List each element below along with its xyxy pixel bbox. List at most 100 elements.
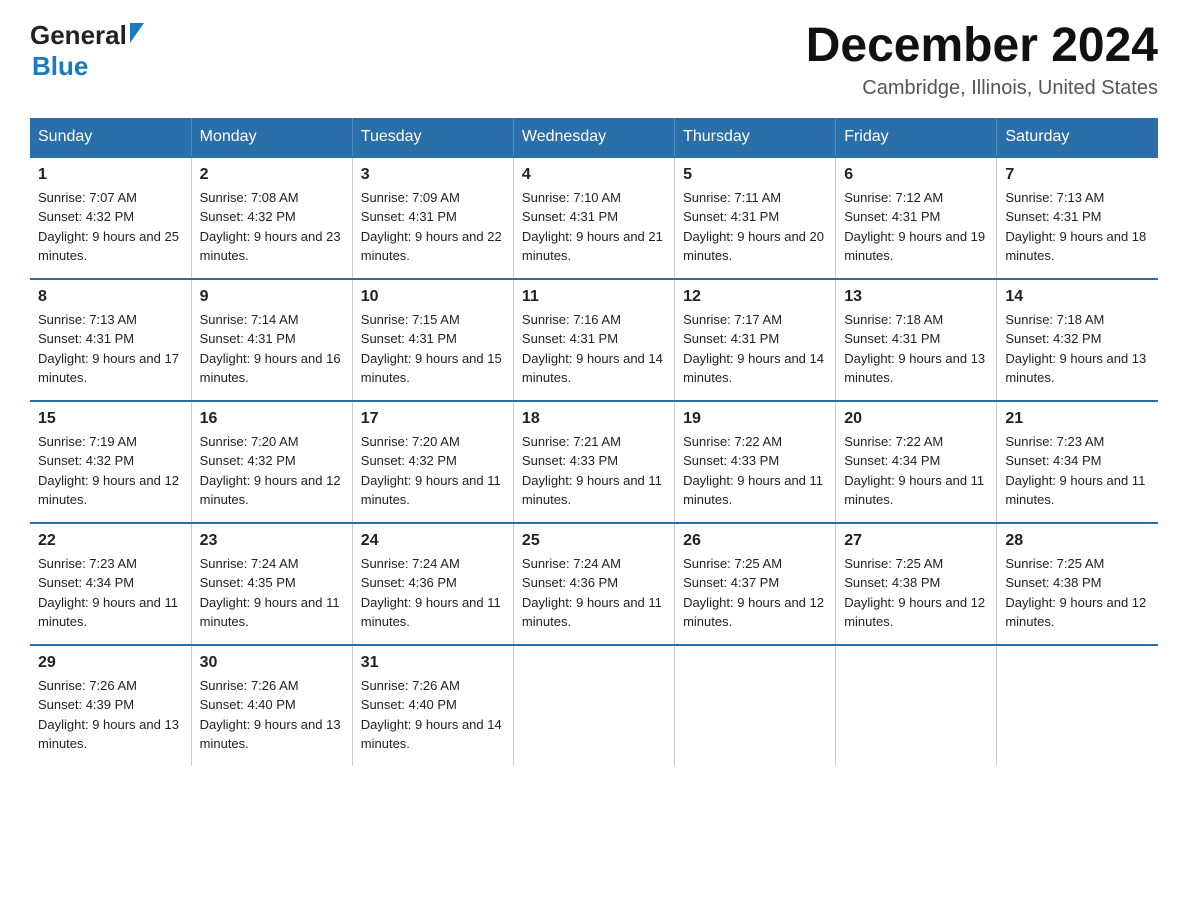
day-number: 25 [522,532,666,550]
calendar-cell: 23 Sunrise: 7:24 AMSunset: 4:35 PMDayligh… [191,523,352,645]
weekday-header-friday: Friday [836,118,997,157]
week-row-4: 22Sunrise: 7:23 AMSunset: 4:34 PMDayligh… [30,523,1158,645]
week-row-2: 8 Sunrise: 7:13 AMSunset: 4:31 PMDaylight… [30,279,1158,401]
logo-blue-text: Blue [32,51,88,81]
day-info: Sunrise: 7:13 AMSunset: 4:31 PMDaylight:… [38,310,183,388]
day-info: Sunrise: 7:24 AMSunset: 4:36 PMDaylight:… [361,554,505,632]
day-info: Sunrise: 7:26 AMSunset: 4:39 PMDaylight:… [38,676,183,754]
weekday-header-saturday: Saturday [997,118,1158,157]
calendar-cell: 2 Sunrise: 7:08 AMSunset: 4:32 PMDaylight… [191,157,352,279]
calendar-cell [997,645,1158,766]
day-info: Sunrise: 7:18 AMSunset: 4:31 PMDaylight:… [844,310,988,388]
day-info: Sunrise: 7:23 AMSunset: 4:34 PMDaylight:… [1005,432,1150,510]
day-info: Sunrise: 7:07 AMSunset: 4:32 PMDaylight:… [38,188,183,266]
calendar-cell: 6 Sunrise: 7:12 AMSunset: 4:31 PMDaylight… [836,157,997,279]
calendar-cell: 8 Sunrise: 7:13 AMSunset: 4:31 PMDaylight… [30,279,191,401]
calendar-cell: 4Sunrise: 7:10 AMSunset: 4:31 PMDaylight… [513,157,674,279]
day-info: Sunrise: 7:08 AMSunset: 4:32 PMDaylight:… [200,188,344,266]
day-info: Sunrise: 7:10 AMSunset: 4:31 PMDaylight:… [522,188,666,266]
weekday-header-wednesday: Wednesday [513,118,674,157]
day-info: Sunrise: 7:25 AMSunset: 4:37 PMDaylight:… [683,554,827,632]
weekday-header-sunday: Sunday [30,118,191,157]
day-info: Sunrise: 7:20 AMSunset: 4:32 PMDaylight:… [200,432,344,510]
day-info: Sunrise: 7:24 AMSunset: 4:35 PMDaylight:… [200,554,344,632]
calendar-cell [836,645,997,766]
day-info: Sunrise: 7:12 AMSunset: 4:31 PMDaylight:… [844,188,988,266]
header: General Blue December 2024 Cambridge, Il… [30,20,1158,100]
day-info: Sunrise: 7:17 AMSunset: 4:31 PMDaylight:… [683,310,827,388]
day-number: 18 [522,410,666,428]
day-number: 17 [361,410,505,428]
week-row-1: 1 Sunrise: 7:07 AMSunset: 4:32 PMDaylight… [30,157,1158,279]
weekday-header-thursday: Thursday [675,118,836,157]
location-subtitle: Cambridge, Illinois, United States [806,77,1158,100]
day-info: Sunrise: 7:22 AMSunset: 4:33 PMDaylight:… [683,432,827,510]
day-info: Sunrise: 7:25 AMSunset: 4:38 PMDaylight:… [844,554,988,632]
day-number: 31 [361,654,505,672]
calendar-table: SundayMondayTuesdayWednesdayThursdayFrid… [30,118,1158,766]
calendar-cell: 30Sunrise: 7:26 AMSunset: 4:40 PMDayligh… [191,645,352,766]
day-number: 14 [1005,288,1150,306]
day-info: Sunrise: 7:16 AMSunset: 4:31 PMDaylight:… [522,310,666,388]
day-info: Sunrise: 7:19 AMSunset: 4:32 PMDaylight:… [38,432,183,510]
calendar-cell: 14Sunrise: 7:18 AMSunset: 4:32 PMDayligh… [997,279,1158,401]
logo-general-text: General [30,20,127,51]
day-number: 29 [38,654,183,672]
day-number: 5 [683,166,827,184]
day-number: 16 [200,410,344,428]
day-number: 15 [38,410,183,428]
calendar-cell: 3 Sunrise: 7:09 AMSunset: 4:31 PMDaylight… [352,157,513,279]
day-number: 26 [683,532,827,550]
day-number: 3 [361,166,505,184]
calendar-cell: 21 Sunrise: 7:23 AMSunset: 4:34 PMDayligh… [997,401,1158,523]
calendar-cell: 25Sunrise: 7:24 AMSunset: 4:36 PMDayligh… [513,523,674,645]
day-info: Sunrise: 7:23 AMSunset: 4:34 PMDaylight:… [38,554,183,632]
month-title: December 2024 [806,20,1158,73]
day-number: 6 [844,166,988,184]
calendar-cell: 9 Sunrise: 7:14 AMSunset: 4:31 PMDaylight… [191,279,352,401]
day-number: 27 [844,532,988,550]
calendar-cell: 19 Sunrise: 7:22 AMSunset: 4:33 PMDayligh… [675,401,836,523]
calendar-cell: 22Sunrise: 7:23 AMSunset: 4:34 PMDayligh… [30,523,191,645]
day-number: 20 [844,410,988,428]
day-number: 7 [1005,166,1150,184]
day-number: 1 [38,166,183,184]
weekday-header-monday: Monday [191,118,352,157]
day-info: Sunrise: 7:20 AMSunset: 4:32 PMDaylight:… [361,432,505,510]
calendar-cell: 5 Sunrise: 7:11 AMSunset: 4:31 PMDaylight… [675,157,836,279]
calendar-cell: 15 Sunrise: 7:19 AMSunset: 4:32 PMDayligh… [30,401,191,523]
day-number: 24 [361,532,505,550]
day-info: Sunrise: 7:21 AMSunset: 4:33 PMDaylight:… [522,432,666,510]
weekday-header-tuesday: Tuesday [352,118,513,157]
calendar-cell: 29 Sunrise: 7:26 AMSunset: 4:39 PMDayligh… [30,645,191,766]
day-info: Sunrise: 7:15 AMSunset: 4:31 PMDaylight:… [361,310,505,388]
day-number: 19 [683,410,827,428]
day-number: 2 [200,166,344,184]
calendar-cell: 28Sunrise: 7:25 AMSunset: 4:38 PMDayligh… [997,523,1158,645]
logo-arrow-icon [130,23,144,43]
calendar-cell: 7 Sunrise: 7:13 AMSunset: 4:31 PMDaylight… [997,157,1158,279]
day-info: Sunrise: 7:09 AMSunset: 4:31 PMDaylight:… [361,188,505,266]
calendar-cell: 26 Sunrise: 7:25 AMSunset: 4:37 PMDayligh… [675,523,836,645]
day-info: Sunrise: 7:13 AMSunset: 4:31 PMDaylight:… [1005,188,1150,266]
day-number: 9 [200,288,344,306]
day-info: Sunrise: 7:26 AMSunset: 4:40 PMDaylight:… [361,676,505,754]
calendar-cell [513,645,674,766]
calendar-cell [675,645,836,766]
day-number: 21 [1005,410,1150,428]
day-number: 8 [38,288,183,306]
calendar-cell: 31 Sunrise: 7:26 AMSunset: 4:40 PMDayligh… [352,645,513,766]
day-number: 12 [683,288,827,306]
day-number: 13 [844,288,988,306]
weekday-header-row: SundayMondayTuesdayWednesdayThursdayFrid… [30,118,1158,157]
day-number: 28 [1005,532,1150,550]
calendar-cell: 1 Sunrise: 7:07 AMSunset: 4:32 PMDaylight… [30,157,191,279]
day-info: Sunrise: 7:11 AMSunset: 4:31 PMDaylight:… [683,188,827,266]
calendar-cell: 18 Sunrise: 7:21 AMSunset: 4:33 PMDayligh… [513,401,674,523]
day-number: 11 [522,288,666,306]
calendar-cell: 10Sunrise: 7:15 AMSunset: 4:31 PMDayligh… [352,279,513,401]
day-info: Sunrise: 7:14 AMSunset: 4:31 PMDaylight:… [200,310,344,388]
calendar-cell: 16 Sunrise: 7:20 AMSunset: 4:32 PMDayligh… [191,401,352,523]
calendar-cell: 27 Sunrise: 7:25 AMSunset: 4:38 PMDayligh… [836,523,997,645]
day-number: 23 [200,532,344,550]
